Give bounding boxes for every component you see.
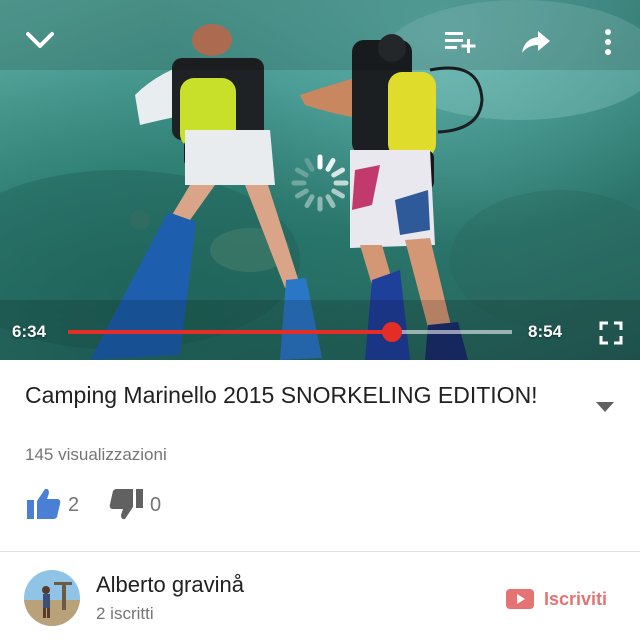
- video-title: Camping Marinello 2015 SNORKELING EDITIO…: [25, 382, 538, 408]
- video-player[interactable]: 6:34 8:54: [0, 0, 640, 360]
- expand-arrow-icon[interactable]: [588, 390, 622, 424]
- section-divider: [0, 551, 640, 552]
- loading-spinner-icon: [291, 154, 349, 212]
- subscriber-count: 2 iscritti: [96, 604, 154, 623]
- thumbs-up-icon[interactable]: [22, 484, 66, 524]
- thumbs-down-icon[interactable]: [104, 484, 148, 524]
- fullscreen-icon[interactable]: [594, 316, 628, 350]
- seek-thumb[interactable]: [382, 322, 403, 342]
- seek-bar-played: [68, 330, 393, 334]
- total-duration: 8:54: [528, 322, 563, 341]
- view-count: 145 visualizzazioni: [25, 445, 167, 464]
- current-time: 6:34: [12, 322, 47, 341]
- add-to-queue-icon[interactable]: [438, 22, 482, 62]
- subscribe-label: Iscriviti: [544, 588, 608, 609]
- youtube-play-icon: [506, 589, 534, 609]
- chevron-down-icon[interactable]: [18, 18, 62, 62]
- channel-avatar[interactable]: [24, 570, 80, 626]
- seek-bar[interactable]: [68, 322, 512, 342]
- like-count: 2: [68, 494, 80, 516]
- more-vert-icon[interactable]: [590, 20, 626, 64]
- share-icon[interactable]: [514, 20, 558, 64]
- channel-name[interactable]: Alberto gravinå: [96, 572, 244, 598]
- dislike-count: 0: [150, 494, 162, 516]
- subscribe-button[interactable]: Iscriviti: [506, 585, 607, 613]
